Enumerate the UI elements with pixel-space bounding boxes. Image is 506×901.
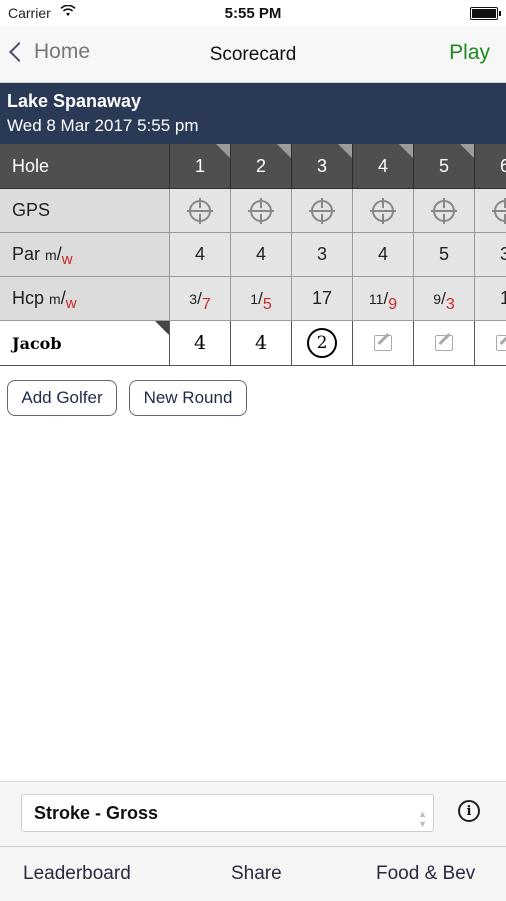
edit-icon — [435, 335, 453, 351]
battery-icon — [470, 7, 501, 20]
gps-label: GPS — [0, 189, 170, 233]
hole-number[interactable]: 3 — [292, 144, 353, 189]
tab-food-bev[interactable]: Food & Bev — [376, 863, 475, 885]
handicap-value: 1/5 — [231, 277, 292, 321]
crosshair-icon — [494, 199, 506, 222]
crosshair-icon — [189, 199, 211, 222]
score-cell[interactable] — [353, 321, 414, 366]
new-round-button[interactable]: New Round — [129, 380, 247, 416]
player-row: Jacob 4 4 2 — [0, 321, 506, 366]
gps-button[interactable] — [231, 189, 292, 233]
status-time: 5:55 PM — [224, 5, 282, 22]
score-cell[interactable] — [414, 321, 475, 366]
par-value: 4 — [231, 233, 292, 277]
handicap-value: 17 — [292, 277, 353, 321]
tab-leaderboard[interactable]: Leaderboard — [23, 863, 131, 885]
player-name[interactable]: Jacob — [0, 321, 170, 366]
scoring-format-select[interactable]: Stroke - Gross ▲ ▼ — [21, 794, 434, 832]
par-value: 5 — [414, 233, 475, 277]
hole-number[interactable]: 6 — [475, 144, 506, 189]
course-banner: Lake Spanaway Wed 8 Mar 2017 5:55 pm — [0, 83, 506, 144]
play-button[interactable]: Play — [449, 41, 490, 65]
add-golfer-button[interactable]: Add Golfer — [7, 380, 117, 416]
format-panel: Stroke - Gross ▲ ▼ i — [0, 781, 506, 846]
course-name: Lake Spanaway — [7, 91, 142, 111]
hole-number[interactable]: 4 — [353, 144, 414, 189]
crosshair-icon — [250, 199, 272, 222]
score-cell[interactable]: 4 — [231, 321, 292, 366]
crosshair-icon — [372, 199, 394, 222]
status-bar: Carrier 5:55 PM — [0, 0, 506, 26]
edit-icon — [374, 335, 392, 351]
par-value: 4 — [170, 233, 231, 277]
gps-button[interactable] — [292, 189, 353, 233]
gps-row: GPS — [0, 189, 506, 233]
gps-button[interactable] — [475, 189, 506, 233]
handicap-label: Hcp m / w — [0, 277, 170, 321]
handicap-value: 9/3 — [414, 277, 475, 321]
round-date: Wed 8 Mar 2017 5:55 pm — [7, 116, 199, 135]
navigation-bar: Home Scorecard Play — [0, 26, 506, 83]
tab-share[interactable]: Share — [231, 863, 282, 885]
page-title: Scorecard — [209, 44, 297, 65]
handicap-value: 3/7 — [170, 277, 231, 321]
par-row: Par m / w 4 4 3 4 5 3 — [0, 233, 506, 277]
gps-button[interactable] — [170, 189, 231, 233]
scoring-format-value: Stroke - Gross — [34, 802, 159, 823]
dropdown-caret-icon: ▲ ▼ — [418, 809, 427, 829]
score-cell[interactable]: 4 — [170, 321, 231, 366]
hole-row: Hole 1 2 3 4 5 6 — [0, 144, 506, 189]
hole-number[interactable]: 1 — [170, 144, 231, 189]
crosshair-icon — [433, 199, 455, 222]
par-value: 3 — [475, 233, 506, 277]
info-icon[interactable]: i — [458, 800, 480, 822]
score-cell[interactable]: 2 — [292, 321, 353, 366]
hole-number[interactable]: 5 — [414, 144, 475, 189]
par-value: 4 — [353, 233, 414, 277]
score-cell[interactable] — [475, 321, 506, 366]
handicap-value: 1 — [475, 277, 506, 321]
crosshair-icon — [311, 199, 333, 222]
birdie-circle: 2 — [307, 328, 337, 358]
hole-number[interactable]: 2 — [231, 144, 292, 189]
edit-icon — [496, 335, 506, 351]
handicap-row: Hcp m / w 3/7 1/5 17 11/9 9/3 1 — [0, 277, 506, 321]
hole-label: Hole — [0, 144, 170, 189]
par-value: 3 — [292, 233, 353, 277]
handicap-value: 11/9 — [353, 277, 414, 321]
gps-button[interactable] — [353, 189, 414, 233]
bottom-tab-bar: Leaderboard Share Food & Bev — [0, 846, 506, 901]
par-label: Par m / w — [0, 233, 170, 277]
scorecard-grid: Hole 1 2 3 4 5 6 GPS Par m / w 4 4 3 4 5 3… — [0, 144, 506, 366]
gps-button[interactable] — [414, 189, 475, 233]
